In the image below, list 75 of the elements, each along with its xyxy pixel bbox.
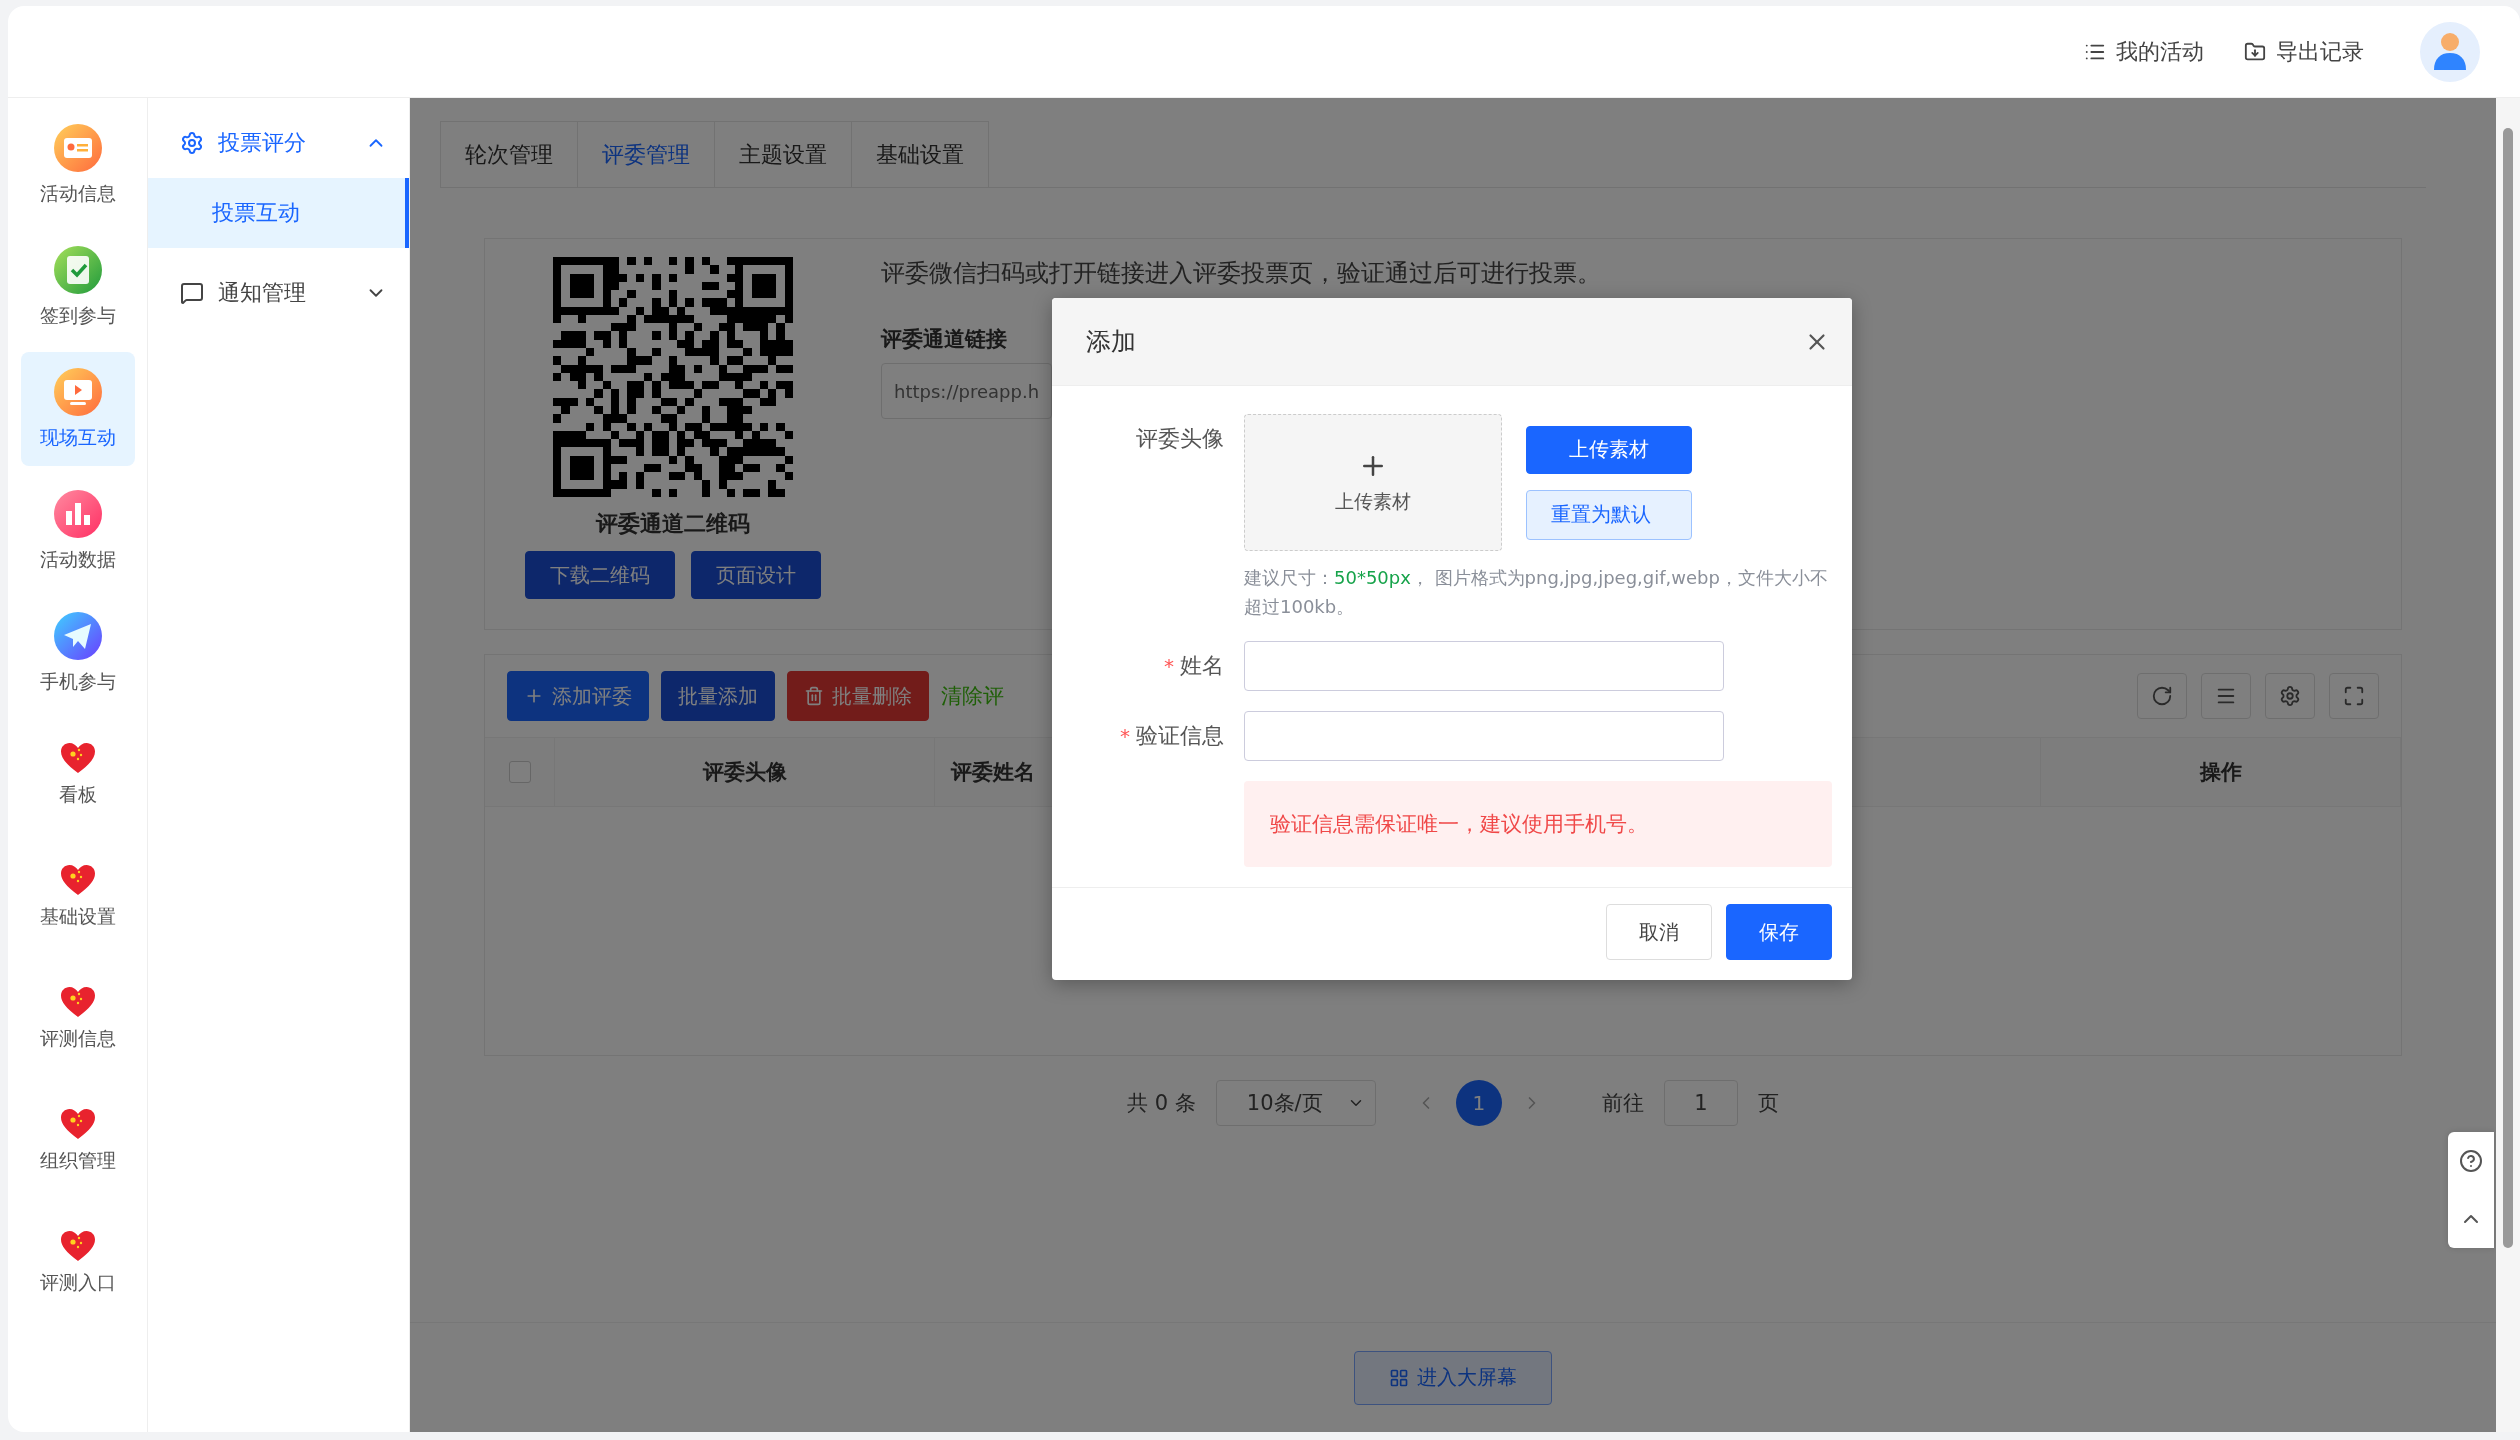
warning-message: 验证信息需保证唯一，建议使用手机号。: [1244, 781, 1832, 867]
play-screen-icon: [52, 367, 103, 417]
page-suffix: 页: [1757, 1090, 1779, 1117]
settings-button[interactable]: [2265, 673, 2315, 719]
menu-group[interactable]: 投票评分: [148, 108, 409, 178]
nav-item[interactable]: 评测入口: [20, 1206, 135, 1320]
help-button[interactable]: [2459, 1149, 2483, 1173]
size-hint: 建议尺寸：50*50px， 图片格式为png,jpg,jpeg,gif,webp，文件大小不超过100kb。: [1244, 566, 1829, 619]
upload-tile[interactable]: 上传素材: [1244, 414, 1502, 551]
nav-item[interactable]: 评测信息: [20, 962, 135, 1076]
intro-text: 评委微信扫码或打开链接进入评委投票页，验证通过后可进行投票。: [881, 258, 1601, 289]
big-screen-button[interactable]: 进入大屏幕: [1354, 1350, 1552, 1405]
heart-icon: [59, 986, 96, 1018]
grid-icon: [1389, 1367, 1409, 1388]
heart-icon: [59, 1108, 96, 1140]
save-button[interactable]: 保存: [1726, 904, 1832, 960]
heart-icon: [59, 742, 96, 774]
refresh-button[interactable]: [2137, 673, 2187, 719]
reset-default-button[interactable]: 重置为默认: [1526, 489, 1692, 540]
page-design-button[interactable]: 页面设计: [691, 551, 821, 599]
clipboard-check-icon: [52, 245, 103, 295]
nav-item[interactable]: 签到参与: [20, 230, 135, 344]
nav-item[interactable]: 活动信息: [20, 108, 135, 222]
link-label: 评委通道链接: [881, 326, 1007, 353]
field-label: 姓名: [1180, 652, 1224, 680]
fullscreen-button[interactable]: [2329, 673, 2379, 719]
nav-item[interactable]: 基础设置: [20, 840, 135, 954]
paper-plane-icon: [52, 611, 103, 661]
select-all-checkbox[interactable]: [508, 761, 531, 783]
upload-tile-label: 上传素材: [1335, 488, 1411, 514]
total-count: 共 0 条: [1127, 1090, 1196, 1117]
scrollbar-thumb[interactable]: [2503, 128, 2513, 1248]
page-number[interactable]: 1: [1455, 1080, 1502, 1126]
chat-icon: [180, 281, 204, 305]
help-icon: [2459, 1149, 2483, 1173]
fullscreen-icon: [2343, 685, 2365, 707]
batch-add-button[interactable]: 批量添加: [661, 671, 775, 721]
folder-download-icon: [2244, 40, 2266, 63]
heart-icon: [59, 1230, 96, 1262]
page-size-select[interactable]: 10条/页: [1215, 1080, 1376, 1126]
goto-label: 前往: [1601, 1090, 1644, 1117]
menu-item[interactable]: 投票互动: [148, 178, 409, 248]
column-header: 评委头像: [555, 738, 935, 806]
menu-group[interactable]: 通知管理: [148, 258, 409, 328]
nav-item[interactable]: 现场互动: [20, 352, 135, 466]
text-field[interactable]: [1244, 641, 1724, 691]
refresh-icon: [2151, 685, 2173, 707]
id-card-icon: [52, 123, 103, 173]
column-header: 操作: [2041, 738, 2401, 806]
tab[interactable]: 轮次管理: [440, 121, 578, 187]
nav-item[interactable]: 活动数据: [20, 474, 135, 588]
qr-caption: 评委通道二维码: [596, 510, 750, 538]
export-records-link[interactable]: 导出记录: [2244, 36, 2364, 67]
settings-icon: [2279, 685, 2301, 707]
avatar-label: 评委头像: [1136, 425, 1224, 453]
add-judge-button[interactable]: 添加评委: [507, 671, 649, 721]
goto-page-field[interactable]: 1: [1663, 1080, 1738, 1126]
menu-button[interactable]: [2201, 673, 2251, 719]
batch-delete-button[interactable]: 批量删除: [787, 671, 929, 721]
link-field[interactable]: https://preapp.h: [881, 363, 1053, 419]
required-mark: *: [1164, 654, 1174, 678]
upload-button[interactable]: 上传素材: [1526, 425, 1692, 474]
cancel-button[interactable]: 取消: [1606, 904, 1712, 960]
nav-item[interactable]: 手机参与: [20, 596, 135, 710]
settings-icon: [180, 131, 204, 155]
dialog-title: 添加: [1086, 326, 1136, 358]
heart-icon: [59, 864, 96, 896]
nav-item[interactable]: 看板: [20, 718, 135, 832]
bar-chart-icon: [52, 489, 103, 539]
tab[interactable]: 基础设置: [851, 121, 989, 187]
my-activities-link[interactable]: 我的活动: [2084, 36, 2204, 67]
text-field[interactable]: [1244, 711, 1724, 761]
trash-icon: [804, 686, 824, 706]
download-qr-button[interactable]: 下载二维码: [525, 551, 675, 599]
nav-item[interactable]: 组织管理: [20, 1084, 135, 1198]
